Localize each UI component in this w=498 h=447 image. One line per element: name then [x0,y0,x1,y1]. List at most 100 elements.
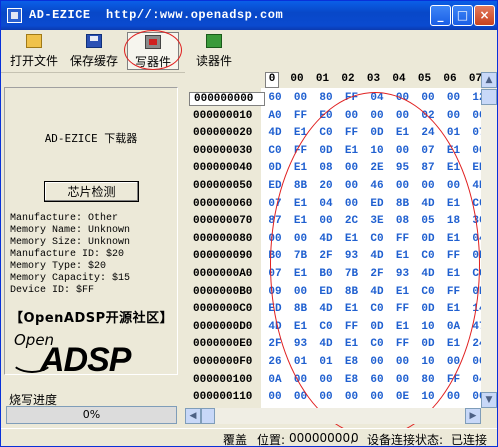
hex-byte-cell[interactable]: 2F [367,268,387,280]
hex-byte-cell[interactable]: 4D [418,198,438,210]
hex-byte-cell[interactable]: ED [265,303,285,315]
hex-byte-cell[interactable]: 00 [291,374,311,386]
hex-byte-cell[interactable]: FF [342,321,362,333]
hex-byte-cell[interactable]: E1 [291,198,311,210]
hex-byte-cell[interactable]: FF [342,127,362,139]
hex-byte-cell[interactable]: 26 [265,356,285,368]
hex-byte-cell[interactable]: 4D [469,180,481,192]
hex-byte-cell[interactable]: 00 [469,391,481,403]
hex-byte-cell[interactable]: 00 [393,180,413,192]
hex-byte-cell[interactable]: B0 [316,268,336,280]
hex-byte-cell[interactable]: C0 [316,127,336,139]
hex-byte-cell[interactable]: 07 [265,268,285,280]
hex-byte-cell[interactable]: 00 [342,110,362,122]
hex-byte-cell[interactable]: A0 [265,110,285,122]
hex-byte-cell[interactable]: 00 [393,92,413,104]
hex-byte-cell[interactable]: FF [291,145,311,157]
hex-byte-cell[interactable]: 10 [367,145,387,157]
hex-byte-cell[interactable]: 01 [444,127,464,139]
hex-byte-cell[interactable]: 00 [291,391,311,403]
vertical-scroll-thumb[interactable] [481,89,497,105]
hex-byte-cell[interactable]: B0 [265,250,285,262]
hex-byte-cell[interactable]: 00 [316,391,336,403]
hex-byte-cell[interactable]: 2C [342,215,362,227]
hex-byte-cell[interactable]: 00 [367,110,387,122]
hex-byte-cell[interactable]: 00 [444,356,464,368]
hex-byte-cell[interactable]: E1 [291,215,311,227]
hex-byte-cell[interactable]: 4D [265,127,285,139]
hex-byte-cell[interactable]: 8B [291,180,311,192]
hex-byte-cell[interactable]: E1 [342,145,362,157]
hex-byte-cell[interactable]: 3E [367,215,387,227]
hex-byte-cell[interactable]: E1 [393,127,413,139]
hex-byte-cell[interactable]: E1 [291,321,311,333]
hex-byte-cell[interactable]: 24 [418,127,438,139]
hex-byte-cell[interactable]: FF [444,250,464,262]
hex-byte-cell[interactable]: E1 [444,162,464,174]
hex-byte-cell[interactable]: 00 [469,356,481,368]
hex-byte-cell[interactable]: 4D [316,303,336,315]
hex-byte-cell[interactable]: ED [367,198,387,210]
open-file-button[interactable]: 打开文件 [7,32,61,70]
hex-byte-cell[interactable]: C0 [367,303,387,315]
scroll-up-arrow-icon[interactable]: ▲ [481,72,497,88]
hex-byte-cell[interactable]: C0 [265,145,285,157]
hex-byte-cell[interactable]: 00 [418,180,438,192]
hex-byte-cell[interactable]: 04 [469,233,481,245]
hex-byte-cell[interactable]: E1 [444,303,464,315]
save-buffer-button[interactable]: 保存缓存 [67,32,121,70]
hex-byte-cell[interactable]: 0E [393,391,413,403]
hex-byte-cell[interactable]: 4D [367,250,387,262]
vertical-scrollbar[interactable]: ▲ ▼ [481,72,497,408]
hex-byte-cell[interactable]: 00 [367,356,387,368]
hex-byte-cell[interactable]: 04 [469,374,481,386]
hex-byte-cell[interactable]: 0D [367,321,387,333]
hex-byte-cell[interactable]: 60 [265,92,285,104]
hex-byte-cell[interactable]: 0A [444,321,464,333]
hex-byte-cell[interactable]: 01 [316,356,336,368]
hex-byte-cell[interactable]: 00 [265,233,285,245]
hex-byte-cell[interactable]: 00 [316,374,336,386]
hex-byte-cell[interactable]: 2F [316,250,336,262]
hex-byte-cell[interactable]: 0D [367,127,387,139]
hex-byte-cell[interactable]: 8B [291,303,311,315]
hex-byte-cell[interactable]: E1 [342,233,362,245]
hex-byte-cell[interactable]: 04 [316,198,336,210]
hex-byte-cell[interactable]: E1 [291,162,311,174]
scroll-down-arrow-icon[interactable]: ▼ [481,392,497,408]
hex-byte-cell[interactable]: E1 [342,303,362,315]
hex-byte-cell[interactable]: 0D [265,162,285,174]
hex-byte-cell[interactable]: E1 [342,338,362,350]
hex-byte-cell[interactable]: 60 [367,374,387,386]
hex-byte-cell[interactable]: 93 [291,338,311,350]
hex-byte-cell[interactable]: 00 [367,391,387,403]
hex-byte-cell[interactable]: C0 [469,198,481,210]
hex-byte-cell[interactable]: 0D [418,233,438,245]
minimize-button[interactable]: _ [430,5,451,26]
hex-byte-cell[interactable]: C0 [367,233,387,245]
hex-byte-cell[interactable]: E0 [316,110,336,122]
hex-byte-cell[interactable]: 00 [342,198,362,210]
hex-byte-cell[interactable]: FF [393,233,413,245]
hex-byte-cell[interactable]: FF [342,92,362,104]
hex-byte-cell[interactable]: E1 [393,286,413,298]
hex-byte-cell[interactable]: E1 [291,127,311,139]
hex-byte-cell[interactable]: 00 [291,92,311,104]
hex-byte-cell[interactable]: 7B [291,250,311,262]
hex-byte-cell[interactable]: 09 [265,286,285,298]
hex-byte-cell[interactable]: 14 [469,303,481,315]
hex-byte-cell[interactable]: 00 [342,180,362,192]
hex-byte-cell[interactable]: 0A [265,374,285,386]
hex-byte-cell[interactable]: E1 [444,145,464,157]
hex-byte-cell[interactable]: 00 [444,92,464,104]
hex-byte-cell[interactable]: C0 [316,321,336,333]
hex-byte-cell[interactable]: C0 [418,250,438,262]
hex-byte-cell[interactable]: 80 [418,374,438,386]
hex-byte-cell[interactable]: 4D [367,286,387,298]
hex-byte-cell[interactable]: 2E [367,162,387,174]
close-button[interactable]: × [474,5,495,26]
hex-byte-cell[interactable]: 93 [393,268,413,280]
hex-byte-cell[interactable]: 00 [393,356,413,368]
hex-byte-cell[interactable]: 02 [418,110,438,122]
maximize-button[interactable]: □ [452,5,473,26]
